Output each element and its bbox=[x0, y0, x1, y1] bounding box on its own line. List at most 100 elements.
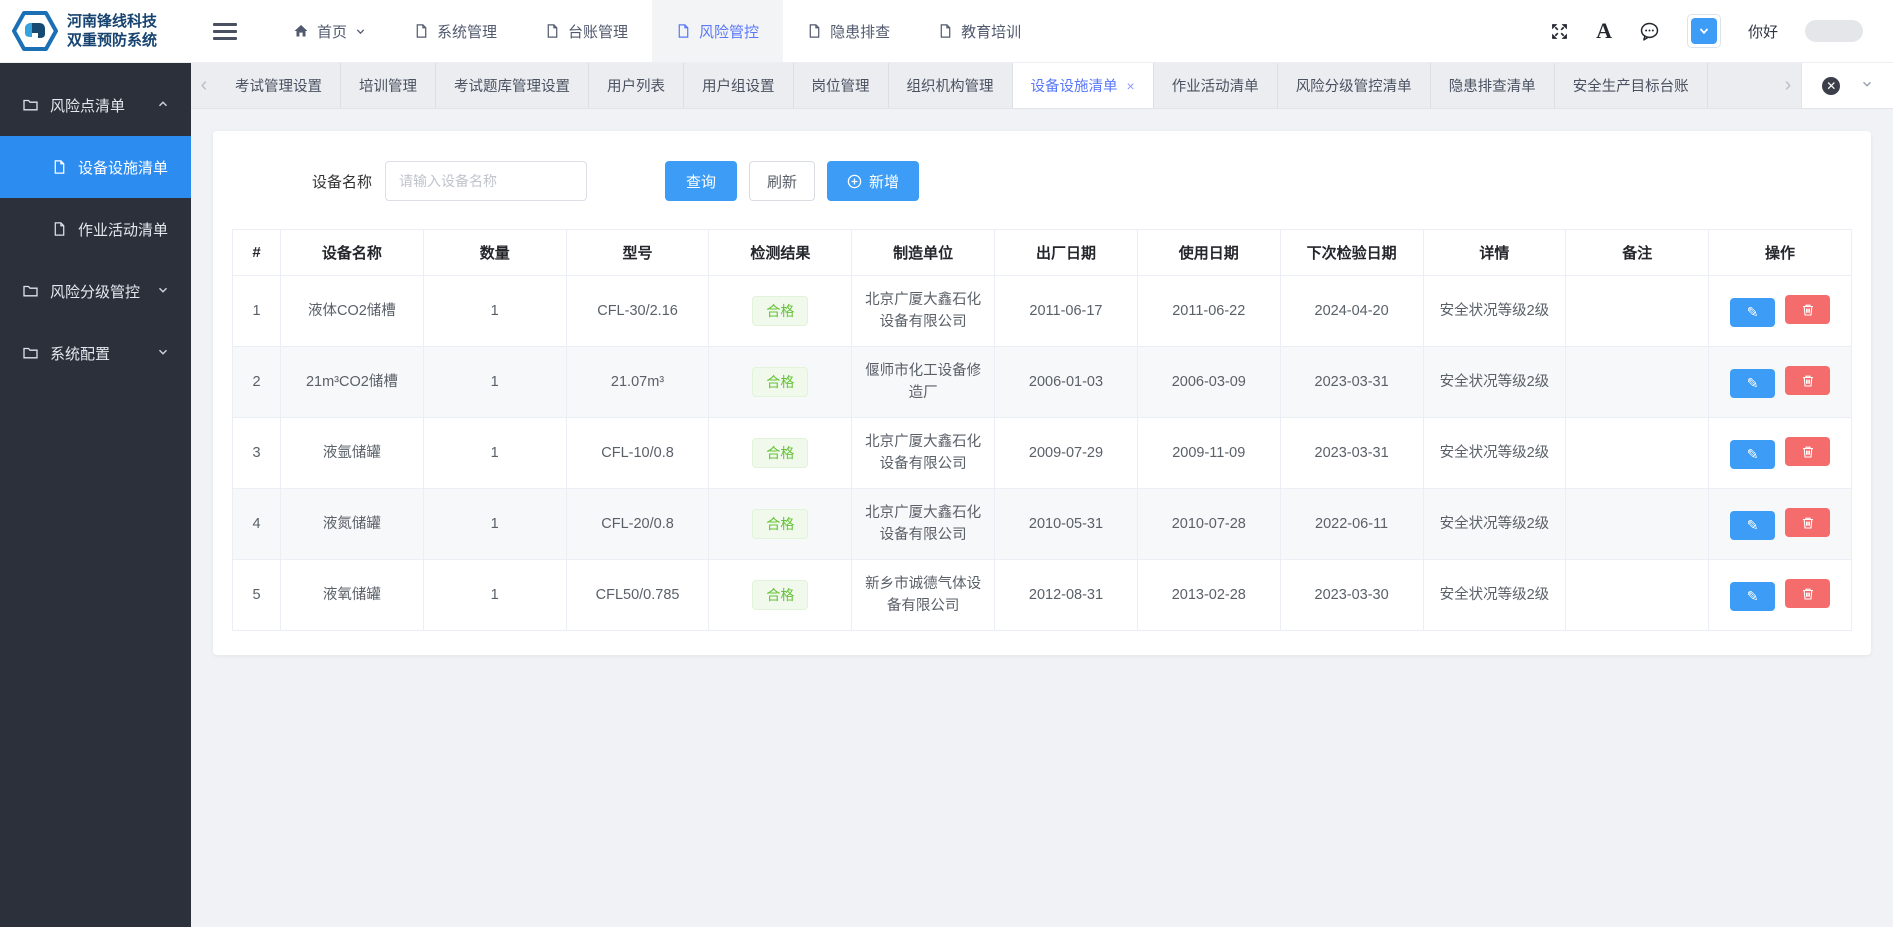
cell-remark bbox=[1565, 346, 1710, 418]
tab-hazard-inspection-list[interactable]: 隐患排查清单 bbox=[1431, 63, 1555, 108]
cell-detail: 安全状况等级2级 bbox=[1422, 559, 1567, 631]
close-icon[interactable]: × bbox=[1127, 78, 1135, 94]
cell-detail: 安全状况等级2级 bbox=[1422, 346, 1567, 418]
delete-button[interactable] bbox=[1785, 508, 1831, 538]
tab-equipment-facility-list[interactable]: 设备设施清单 × bbox=[1012, 63, 1154, 108]
file-icon bbox=[807, 23, 822, 39]
edit-button[interactable]: ✎ bbox=[1730, 439, 1776, 469]
status-badge: 合格 bbox=[752, 509, 809, 539]
tab-scroll-left-icon[interactable]: ‹ bbox=[191, 63, 217, 108]
cell-model: CFL-20/0.8 bbox=[565, 488, 710, 560]
nav-risk-control[interactable]: 风险管控 bbox=[652, 0, 784, 62]
pencil-icon: ✎ bbox=[1746, 374, 1759, 391]
message-icon[interactable] bbox=[1639, 21, 1660, 42]
cell-next-check-date: 2022-06-11 bbox=[1279, 488, 1424, 560]
equipment-table: # 设备名称 数量 型号 检测结果 制造单位 出厂日期 使用日期 下次检验日期 … bbox=[232, 229, 1852, 631]
sidebar-group-system-config[interactable]: 系统配置 bbox=[0, 322, 191, 384]
tab-position-management[interactable]: 岗位管理 bbox=[794, 63, 889, 108]
table-row: 1 液体CO2储槽 1 CFL-30/2.16 合格 北京广厦大鑫石化设备有限公… bbox=[232, 275, 1852, 347]
cell-quantity: 1 bbox=[422, 417, 567, 489]
content-area: 设备名称 查询 刷新 新增 bbox=[191, 109, 1893, 927]
cell-factory-date: 2006-01-03 bbox=[994, 346, 1138, 418]
top-bar-right: A 你好 bbox=[1550, 14, 1893, 48]
col-manufacturer: 制造单位 bbox=[851, 229, 996, 276]
refresh-button[interactable]: 刷新 bbox=[749, 161, 816, 201]
nav-label: 风险管控 bbox=[699, 23, 760, 41]
tab-user-group[interactable]: 用户组设置 bbox=[684, 63, 794, 108]
col-test-result: 检测结果 bbox=[708, 229, 853, 276]
tab-user-list[interactable]: 用户列表 bbox=[589, 63, 684, 108]
file-icon bbox=[52, 159, 67, 175]
user-dropdown[interactable] bbox=[1686, 14, 1721, 48]
cell-test-result: 合格 bbox=[708, 559, 853, 631]
tab-org-management[interactable]: 组织机构管理 bbox=[889, 63, 1013, 108]
tab-training-management[interactable]: 培训管理 bbox=[341, 63, 436, 108]
tab-safety-target-ledger[interactable]: 安全生产目标台账 bbox=[1555, 63, 1708, 108]
nav-system-management[interactable]: 系统管理 bbox=[390, 0, 521, 62]
sidebar-item-equipment-facility-list[interactable]: 设备设施清单 bbox=[0, 136, 191, 198]
cell-model: CFL50/0.785 bbox=[565, 559, 710, 631]
cell-quantity: 1 bbox=[422, 275, 567, 347]
nav-label: 台账管理 bbox=[568, 23, 629, 41]
chevron-down-icon bbox=[355, 26, 366, 37]
cell-device-name: 液体CO2储槽 bbox=[280, 275, 424, 347]
filter-row: 设备名称 查询 刷新 新增 bbox=[312, 161, 1852, 201]
nav-ledger-management[interactable]: 台账管理 bbox=[521, 0, 652, 62]
add-button[interactable]: 新增 bbox=[827, 161, 920, 201]
cell-detail: 安全状况等级2级 bbox=[1422, 275, 1567, 347]
cell-model: CFL-30/2.16 bbox=[565, 275, 710, 347]
file-icon bbox=[938, 23, 953, 39]
sidebar-group-label: 风险点清单 bbox=[50, 97, 126, 115]
nav-hazard-inspection[interactable]: 隐患排查 bbox=[783, 0, 914, 62]
cell-device-name: 液氩储罐 bbox=[280, 417, 424, 489]
delete-button[interactable] bbox=[1785, 366, 1831, 396]
delete-button[interactable] bbox=[1785, 295, 1831, 325]
font-size-icon[interactable]: A bbox=[1596, 18, 1612, 44]
cell-factory-date: 2012-08-31 bbox=[994, 559, 1138, 631]
chevron-down-icon[interactable] bbox=[1861, 77, 1873, 95]
cell-manufacturer: 北京广厦大鑫石化设备有限公司 bbox=[851, 275, 996, 347]
cell-operations: ✎ bbox=[1708, 559, 1852, 631]
cell-next-check-date: 2024-04-20 bbox=[1279, 275, 1424, 347]
nav-education-training[interactable]: 教育培训 bbox=[914, 0, 1045, 62]
sidebar-item-work-activity-list[interactable]: 作业活动清单 bbox=[0, 198, 191, 260]
col-device-name: 设备名称 bbox=[280, 229, 424, 276]
menu-toggle-icon[interactable] bbox=[213, 22, 237, 40]
cell-operations: ✎ bbox=[1708, 488, 1852, 560]
sidebar-item-label: 设备设施清单 bbox=[78, 159, 169, 177]
cell-remark bbox=[1565, 275, 1710, 347]
cell-quantity: 1 bbox=[422, 488, 567, 560]
nav-home[interactable]: 首页 bbox=[269, 0, 390, 62]
edit-button[interactable]: ✎ bbox=[1730, 368, 1776, 398]
cell-test-result: 合格 bbox=[708, 488, 853, 560]
file-icon bbox=[545, 23, 560, 39]
tab-risk-grading-list[interactable]: 风险分级管控清单 bbox=[1278, 63, 1431, 108]
edit-button[interactable]: ✎ bbox=[1730, 581, 1776, 611]
edit-button[interactable]: ✎ bbox=[1730, 510, 1776, 540]
trash-icon bbox=[1801, 587, 1815, 601]
app-logo: 河南锋线科技 双重预防系统 bbox=[0, 10, 191, 52]
close-all-tabs-icon[interactable]: ✕ bbox=[1822, 76, 1841, 95]
cell-operations: ✎ bbox=[1708, 346, 1852, 418]
tab-exam-management[interactable]: 考试管理设置 bbox=[217, 63, 341, 108]
delete-button[interactable] bbox=[1785, 579, 1831, 609]
delete-button[interactable] bbox=[1785, 437, 1831, 467]
cell-test-result: 合格 bbox=[708, 346, 853, 418]
cell-use-date: 2006-03-09 bbox=[1136, 346, 1281, 418]
device-name-input[interactable] bbox=[385, 161, 588, 201]
search-button[interactable]: 查询 bbox=[665, 161, 738, 201]
cell-manufacturer: 北京广厦大鑫石化设备有限公司 bbox=[851, 417, 996, 489]
trash-icon bbox=[1801, 516, 1815, 530]
status-badge: 合格 bbox=[752, 580, 809, 610]
tab-work-activity-list[interactable]: 作业活动清单 bbox=[1154, 63, 1278, 108]
fullscreen-icon[interactable] bbox=[1550, 22, 1569, 41]
sidebar-group-risk-point-list[interactable]: 风险点清单 bbox=[0, 74, 191, 136]
cell-index: 4 bbox=[232, 488, 281, 560]
cell-device-name: 液氧储罐 bbox=[280, 559, 424, 631]
edit-button[interactable]: ✎ bbox=[1730, 297, 1776, 327]
tab-scroll-right-icon[interactable]: › bbox=[1775, 63, 1801, 108]
sidebar-group-risk-grading-control[interactable]: 风险分级管控 bbox=[0, 260, 191, 322]
tab-question-bank[interactable]: 考试题库管理设置 bbox=[436, 63, 589, 108]
sidebar-group-label: 风险分级管控 bbox=[50, 283, 141, 301]
chevron-up-icon bbox=[157, 97, 169, 114]
